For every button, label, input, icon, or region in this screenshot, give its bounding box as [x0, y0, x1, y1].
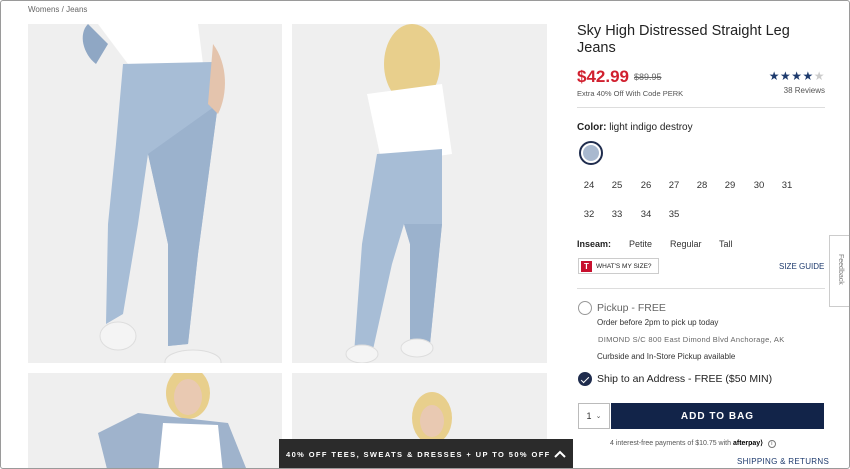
color-label-key: Color:	[577, 122, 607, 133]
ship-to-address-label: Ship to an Address - FREE ($50 MIN)	[597, 373, 773, 385]
size-option[interactable]: 31	[775, 180, 799, 191]
true-fit-icon: T	[581, 260, 592, 272]
size-option[interactable]: 24	[577, 180, 601, 191]
size-option[interactable]: 30	[747, 180, 771, 191]
afterpay-info: 4 interest-free payments of $10.75 with …	[610, 439, 776, 448]
model-jacket-illustration	[28, 373, 282, 468]
promo-banner[interactable]: 40% OFF TEES, SWEATS & DRESSES + UP TO 5…	[279, 439, 573, 468]
price-row: $42.99 $89.95 Extra 40% Off With Code PE…	[577, 67, 825, 107]
size-option[interactable]: 29	[718, 180, 742, 191]
inseam-regular[interactable]: Regular	[670, 239, 702, 249]
pickup-radio[interactable]	[578, 301, 592, 315]
product-image-front[interactable]	[28, 24, 282, 363]
size-option[interactable]: 35	[662, 209, 686, 220]
star-icon-filled: ★★★★	[768, 69, 814, 83]
size-guide-link[interactable]: SIZE GUIDE	[779, 262, 824, 271]
jeans-back-illustration	[292, 24, 547, 363]
promo-text: 40% OFF TEES, SWEATS & DRESSES + UP TO 5…	[286, 450, 551, 459]
size-option[interactable]: 25	[605, 180, 629, 191]
size-option[interactable]: 32	[577, 209, 601, 220]
color-label: Color: light indigo destroy	[577, 122, 825, 133]
swatch-fill	[583, 145, 599, 161]
whats-my-size-button[interactable]: T WHAT'S MY SIZE?	[578, 258, 659, 274]
inseam-label: Inseam:	[577, 239, 612, 249]
quantity-value: 1	[586, 411, 592, 421]
pickup-availability: Curbside and In-Store Pickup available	[597, 352, 736, 361]
pickup-subtitle: Order before 2pm to pick up today	[597, 318, 719, 327]
product-image-jacket[interactable]	[28, 373, 282, 468]
feedback-label: Feedback	[837, 254, 844, 285]
info-icon[interactable]: i	[767, 440, 776, 448]
divider	[577, 107, 825, 108]
color-value: light indigo destroy	[609, 122, 693, 133]
size-option[interactable]: 27	[662, 180, 686, 191]
product-title: Sky High Distressed Straight Leg Jeans	[577, 23, 790, 56]
reviews-link[interactable]: 38 Reviews	[784, 86, 825, 95]
shipping-returns-link[interactable]: SHIPPING & RETURNS	[737, 457, 829, 466]
whats-my-size-label: WHAT'S MY SIZE?	[596, 262, 652, 270]
inseam-petite[interactable]: Petite	[629, 239, 652, 249]
size-option[interactable]: 26	[634, 180, 658, 191]
original-price: $89.95	[634, 72, 662, 82]
ship-radio[interactable]	[578, 372, 592, 386]
size-option[interactable]: 33	[605, 209, 629, 220]
feedback-tab[interactable]: Feedback	[829, 235, 849, 307]
product-image-back[interactable]	[292, 24, 547, 363]
inseam-tall[interactable]: Tall	[719, 239, 733, 249]
pickup-title: Pickup - FREE	[597, 302, 666, 314]
product-info-panel: Sky High Distressed Straight Leg Jeans $…	[577, 23, 825, 133]
rating-stars[interactable]: ★★★★★	[769, 69, 825, 83]
sale-price: $42.99	[577, 67, 629, 86]
add-to-bag-button[interactable]: ADD TO BAG	[611, 403, 824, 429]
chevron-up-icon[interactable]	[553, 447, 567, 461]
page-frame: Womens / Jeans 40% OFF TEES, SWEATS & DR…	[0, 0, 850, 469]
pickup-store-address[interactable]: DIMOND S/C 800 East Dimond Blvd Anchorag…	[598, 335, 785, 344]
size-option[interactable]: 28	[690, 180, 714, 191]
promo-code-text: Extra 40% Off With Code PERK	[577, 89, 684, 98]
quantity-select[interactable]: 1 ⌄	[578, 403, 610, 429]
color-swatch-light-indigo[interactable]	[579, 141, 603, 165]
chevron-down-icon: ⌄	[595, 413, 602, 420]
breadcrumb[interactable]: Womens / Jeans	[28, 5, 87, 14]
jeans-front-illustration	[28, 24, 282, 363]
size-option[interactable]: 34	[634, 209, 658, 220]
afterpay-logo: afterpay⟩	[732, 440, 763, 447]
afterpay-text: 4 interest-free payments of $10.75 with	[610, 440, 732, 447]
star-icon-empty: ★	[813, 69, 825, 83]
divider	[577, 288, 825, 289]
